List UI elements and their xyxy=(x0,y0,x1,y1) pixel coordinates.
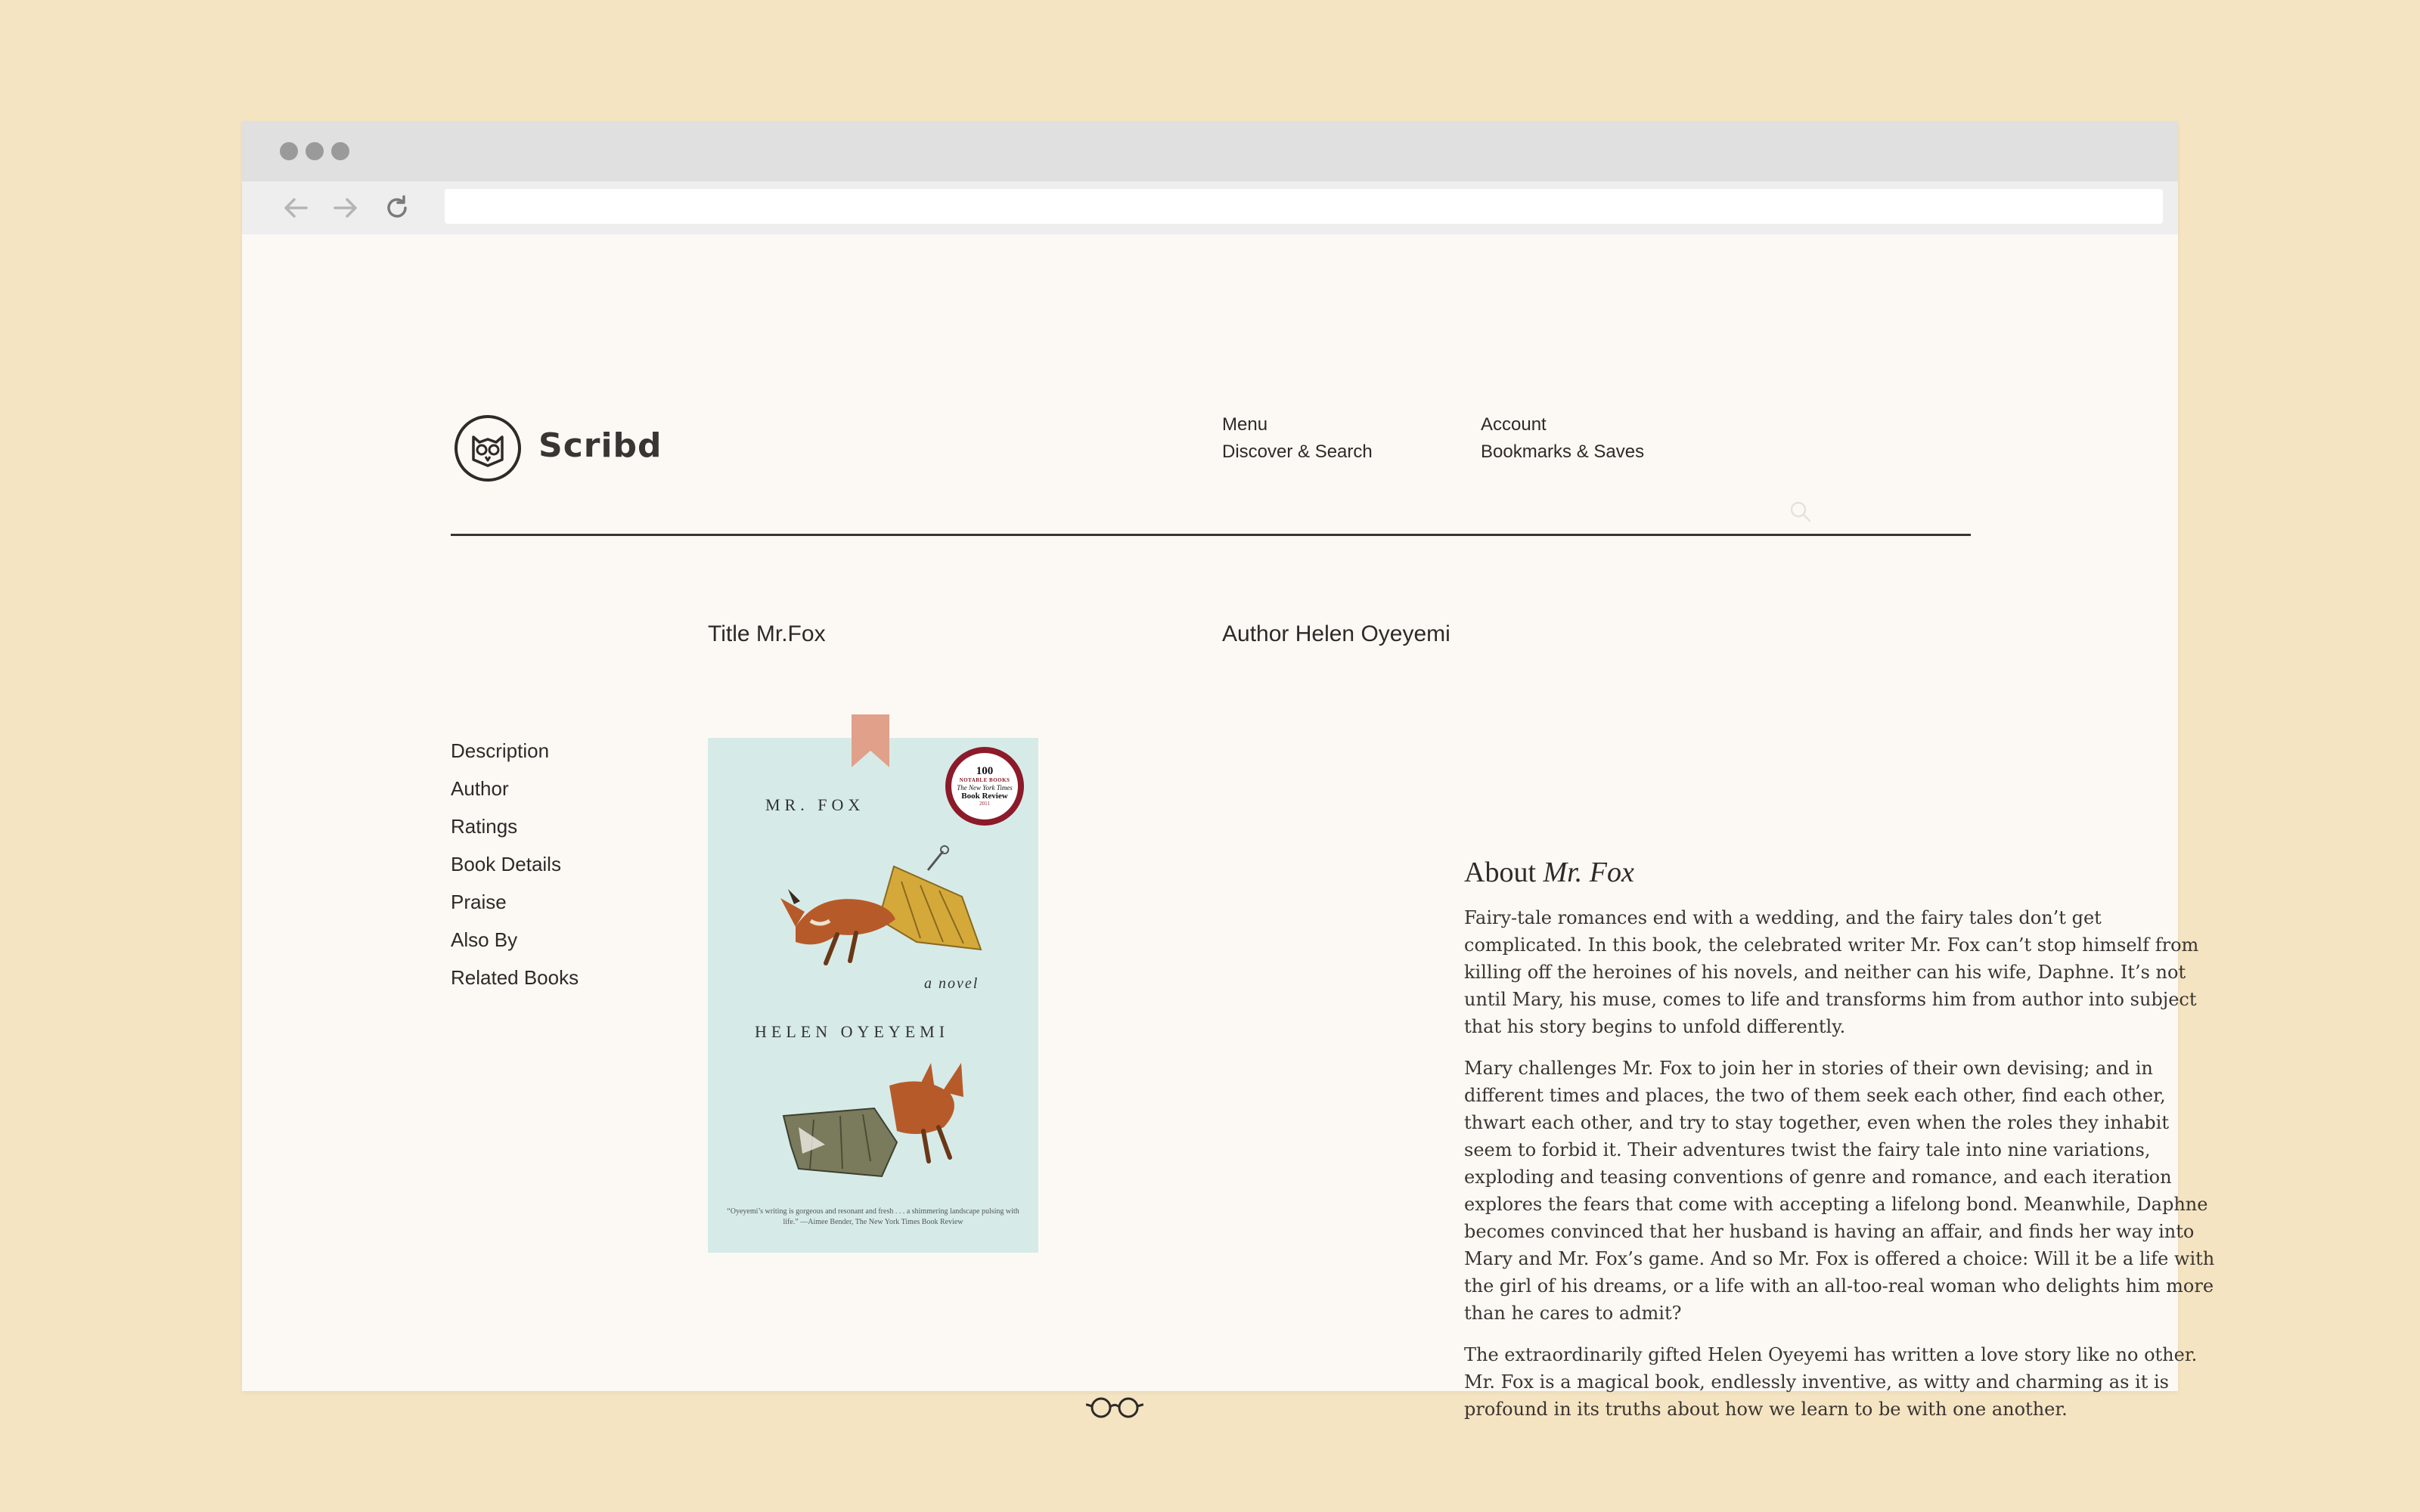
about-paragraph: Mary challenges Mr. Fox to join her in s… xyxy=(1464,1058,2215,1324)
forward-button[interactable] xyxy=(327,189,365,227)
badge-year: 2011 xyxy=(979,800,990,807)
section-link-book-details[interactable]: Book Details xyxy=(451,845,579,883)
header-divider xyxy=(451,534,1971,536)
section-nav: Description Author Ratings Book Details … xyxy=(451,732,579,996)
nav-discover-search-link[interactable]: Discover & Search xyxy=(1222,438,1373,466)
notable-books-badge: 100 NOTABLE BOOKS The New York Times Boo… xyxy=(945,747,1024,826)
fox-illustration-bottom xyxy=(782,1063,963,1178)
arrow-right-icon xyxy=(334,198,357,218)
glasses-icon[interactable] xyxy=(1086,1394,1143,1420)
book-author-field: Author Helen Oyeyemi xyxy=(1222,621,1450,646)
nav-column-1: Menu Discover & Search xyxy=(1222,411,1373,466)
section-link-ratings[interactable]: Ratings xyxy=(451,807,579,845)
nav-bookmarks-saves-link[interactable]: Bookmarks & Saves xyxy=(1481,438,1644,466)
section-link-also-by[interactable]: Also By xyxy=(451,921,579,959)
owl-icon[interactable] xyxy=(454,414,522,482)
window-maximize-dot[interactable] xyxy=(331,142,349,160)
section-link-related-books[interactable]: Related Books xyxy=(451,959,579,996)
book-cover[interactable]: MR. FOX 100 NOTABLE BOOKS The New York T… xyxy=(708,738,1038,1253)
nav-menu-link[interactable]: Menu xyxy=(1222,411,1373,438)
cover-quote: “Oyeyemi’s writing is gorgeous and reson… xyxy=(727,1207,1019,1226)
badge-label: NOTABLE BOOKS xyxy=(959,776,1010,783)
badge-number: 100 xyxy=(976,764,994,777)
window-close-dot[interactable] xyxy=(280,142,298,160)
search-icon[interactable] xyxy=(1788,499,1813,525)
section-link-author[interactable]: Author xyxy=(451,770,579,807)
about-heading-title: Mr. Fox xyxy=(1543,857,1634,888)
section-link-praise[interactable]: Praise xyxy=(451,883,579,921)
address-bar[interactable] xyxy=(445,189,2163,224)
cover-author: HELEN OYEYEMI xyxy=(755,1022,950,1041)
fox-illustration-top xyxy=(780,845,982,965)
window-minimize-dot[interactable] xyxy=(306,142,324,160)
cover-subtitle: a novel xyxy=(924,975,979,992)
book-title-field: Title Mr.Fox xyxy=(708,621,826,646)
browser-window: Scribd Menu Discover & Search Account Bo… xyxy=(242,121,2214,1420)
cover-title: MR. FOX xyxy=(765,795,865,814)
about-paragraph: The extraordinarily gifted Helen Oyeyemi… xyxy=(1464,1344,2198,1420)
badge-publication: Book Review xyxy=(961,791,1008,801)
reload-icon xyxy=(387,195,407,218)
nav-account-link[interactable]: Account xyxy=(1481,411,1644,438)
nav-column-2: Account Bookmarks & Saves xyxy=(1481,411,1644,466)
browser-toolbar xyxy=(242,181,2178,234)
back-button[interactable] xyxy=(277,189,315,227)
brand-name[interactable]: Scribd xyxy=(538,426,662,465)
badge-source: The New York Times xyxy=(957,783,1013,792)
about-heading: About Mr. Fox xyxy=(1464,856,1634,889)
section-link-description[interactable]: Description xyxy=(451,732,579,770)
about-description: Fairy-tale romances end with a wedding, … xyxy=(1464,904,2220,1437)
about-paragraph: Fairy-tale romances end with a wedding, … xyxy=(1464,907,2199,1037)
bookmark-icon[interactable] xyxy=(852,714,889,767)
reload-button[interactable] xyxy=(378,189,416,227)
about-heading-prefix: About xyxy=(1464,857,1544,888)
title-bar xyxy=(242,121,2178,181)
arrow-left-icon xyxy=(284,198,308,218)
